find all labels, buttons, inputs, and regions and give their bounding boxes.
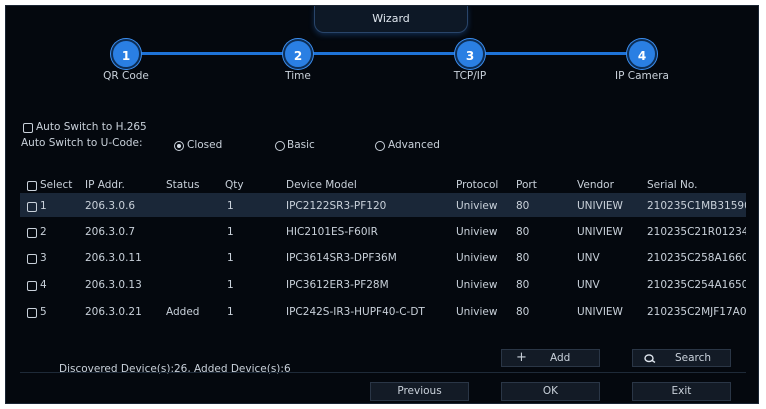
- step-2-label: Time: [285, 70, 311, 82]
- row-model: IPC3612ER3-PF28M: [286, 279, 389, 291]
- previous-button[interactable]: Previous: [370, 382, 469, 401]
- header-ip-addr[interactable]: IP Addr.: [85, 179, 125, 191]
- row-port: 80: [516, 306, 530, 318]
- row-index: 1: [40, 200, 47, 212]
- row-protocol: Uniview: [456, 306, 498, 318]
- ok-button[interactable]: OK: [501, 382, 600, 401]
- row-vendor: UNIVIEW: [577, 306, 623, 318]
- row-serial: 210235C258A16600: [647, 252, 746, 264]
- row-protocol: Uniview: [456, 226, 498, 238]
- row-checkbox[interactable]: [27, 254, 37, 264]
- exit-button[interactable]: Exit: [632, 382, 731, 401]
- row-index: 4: [40, 279, 47, 291]
- ucode-advanced-label: Advanced: [388, 139, 440, 151]
- ucode-basic-radio[interactable]: [275, 141, 285, 151]
- wizard-title: Wizard: [372, 12, 410, 25]
- row-serial: 210235C254A16500: [647, 279, 746, 291]
- wizard-window: Wizard 1 2 3 4 QR Code Time TCP/IP IP Ca…: [5, 5, 759, 404]
- row-ip: 206.3.0.21: [85, 306, 142, 318]
- row-model: IPC3614SR3-DPF36M: [286, 252, 397, 264]
- step-4-dot[interactable]: 4: [627, 39, 657, 69]
- step-3-label: TCP/IP: [453, 70, 487, 82]
- row-protocol: Uniview: [456, 252, 498, 264]
- add-button-label: Add: [550, 352, 571, 364]
- row-checkbox[interactable]: [27, 202, 37, 212]
- header-serial-no[interactable]: Serial No.: [647, 179, 697, 191]
- row-model: HIC2101ES-F60IR: [286, 226, 378, 238]
- row-qty: 1: [227, 200, 234, 212]
- footer-divider: [20, 372, 746, 373]
- plus-icon: +: [516, 350, 527, 365]
- row-checkbox[interactable]: [27, 281, 37, 291]
- row-index: 5: [40, 306, 47, 318]
- row-serial: 210235C21R012345: [647, 226, 746, 238]
- row-qty: 1: [227, 226, 234, 238]
- select-all-checkbox[interactable]: [27, 181, 37, 191]
- row-serial: 210235C2MJF17A00: [647, 306, 746, 318]
- auto-switch-ucode-label: Auto Switch to U-Code:: [21, 137, 143, 149]
- row-status: Added: [166, 306, 200, 318]
- discovered-summary: Discovered Device(s):26, Added Device(s)…: [59, 363, 291, 375]
- row-vendor: UNIVIEW: [577, 200, 623, 212]
- row-vendor: UNIVIEW: [577, 226, 623, 238]
- row-ip: 206.3.0.7: [85, 226, 136, 238]
- row-port: 80: [516, 279, 530, 291]
- row-ip: 206.3.0.13: [85, 279, 142, 291]
- row-model: IPC2122SR3-PF120: [286, 200, 387, 212]
- header-status[interactable]: Status: [166, 179, 199, 191]
- row-qty: 1: [227, 279, 234, 291]
- step-1-dot[interactable]: 1: [111, 39, 141, 69]
- row-index: 3: [40, 252, 47, 264]
- add-button[interactable]: + Add: [501, 349, 600, 367]
- ucode-closed-label: Closed: [187, 139, 223, 151]
- header-port[interactable]: Port: [516, 179, 537, 191]
- row-port: 80: [516, 200, 530, 212]
- row-ip: 206.3.0.11: [85, 252, 142, 264]
- auto-switch-h265-label: Auto Switch to H.265: [36, 121, 147, 133]
- header-vendor[interactable]: Vendor: [577, 179, 614, 191]
- row-serial: 210235C1MB315900: [647, 200, 746, 212]
- search-icon: [644, 354, 656, 366]
- search-button[interactable]: Search: [632, 349, 731, 367]
- header-protocol[interactable]: Protocol: [456, 179, 498, 191]
- header-select: Select: [40, 179, 73, 191]
- search-button-label: Search: [675, 352, 712, 364]
- step-progress-line: [126, 52, 643, 55]
- row-vendor: UNV: [577, 252, 600, 264]
- row-protocol: Uniview: [456, 279, 498, 291]
- row-port: 80: [516, 226, 530, 238]
- row-checkbox[interactable]: [27, 308, 37, 318]
- row-vendor: UNV: [577, 279, 600, 291]
- step-1-label: QR Code: [103, 70, 149, 82]
- row-ip: 206.3.0.6: [85, 200, 136, 212]
- ucode-advanced-radio[interactable]: [375, 141, 385, 151]
- row-port: 80: [516, 252, 530, 264]
- wizard-title-tab: Wizard: [314, 6, 468, 33]
- header-qty[interactable]: Qty: [225, 179, 244, 191]
- row-index: 2: [40, 226, 47, 238]
- row-qty: 1: [227, 306, 234, 318]
- row-checkbox[interactable]: [27, 228, 37, 238]
- ucode-closed-radio[interactable]: [174, 141, 184, 151]
- step-2-dot[interactable]: 2: [283, 39, 313, 69]
- step-4-label: IP Camera: [615, 70, 669, 82]
- ucode-basic-label: Basic: [287, 139, 315, 151]
- step-3-dot[interactable]: 3: [455, 39, 485, 69]
- row-protocol: Uniview: [456, 200, 498, 212]
- row-model: IPC242S-IR3-HUPF40-C-DT: [286, 306, 425, 318]
- header-device-model[interactable]: Device Model: [286, 179, 357, 191]
- row-qty: 1: [227, 252, 234, 264]
- auto-switch-h265-checkbox[interactable]: [23, 123, 33, 133]
